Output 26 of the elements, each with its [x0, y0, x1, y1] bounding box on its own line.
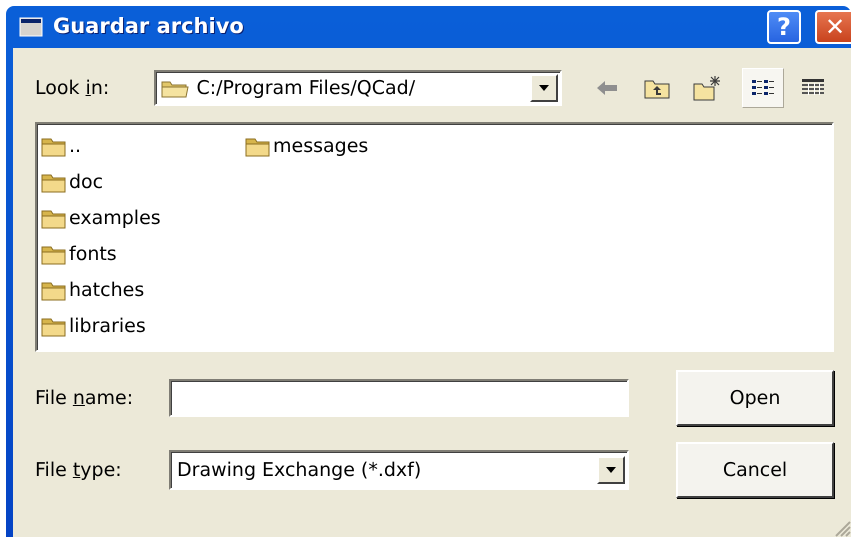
dropdown-arrow-icon — [538, 84, 550, 92]
file-type-label: File type: — [35, 458, 123, 483]
dropdown-arrow-icon — [605, 466, 617, 474]
help-button[interactable]: ? — [767, 10, 801, 44]
new-folder-icon — [693, 75, 721, 101]
open-button[interactable]: Open — [676, 370, 834, 426]
cancel-button[interactable]: Cancel — [676, 442, 834, 498]
look-in-dropdown[interactable]: C:/Program Files/QCad/ — [154, 70, 562, 106]
file-name-field[interactable] — [169, 379, 629, 417]
back-arrow-icon — [596, 80, 618, 96]
close-button[interactable]: ✕ — [815, 10, 851, 44]
folder-item[interactable]: fonts — [41, 236, 245, 272]
detail-view-icon — [801, 78, 825, 98]
list-view-button[interactable] — [742, 68, 784, 108]
folder-item[interactable]: libraries — [41, 308, 245, 344]
folder-item[interactable]: doc — [41, 164, 245, 200]
window-icon — [19, 17, 43, 37]
look-in-label: Look in: — [35, 76, 110, 101]
folder-item[interactable]: messages — [245, 128, 449, 164]
folder-item[interactable]: .. — [41, 128, 245, 164]
file-name-label: File name: — [35, 386, 134, 411]
folder-item[interactable]: examples — [41, 200, 245, 236]
folder-item[interactable]: hatches — [41, 272, 245, 308]
list-view-icon — [751, 78, 775, 98]
file-type-dropdown[interactable]: Drawing Exchange (*.dxf) — [169, 450, 629, 490]
window-title: Guardar archivo — [53, 13, 244, 40]
